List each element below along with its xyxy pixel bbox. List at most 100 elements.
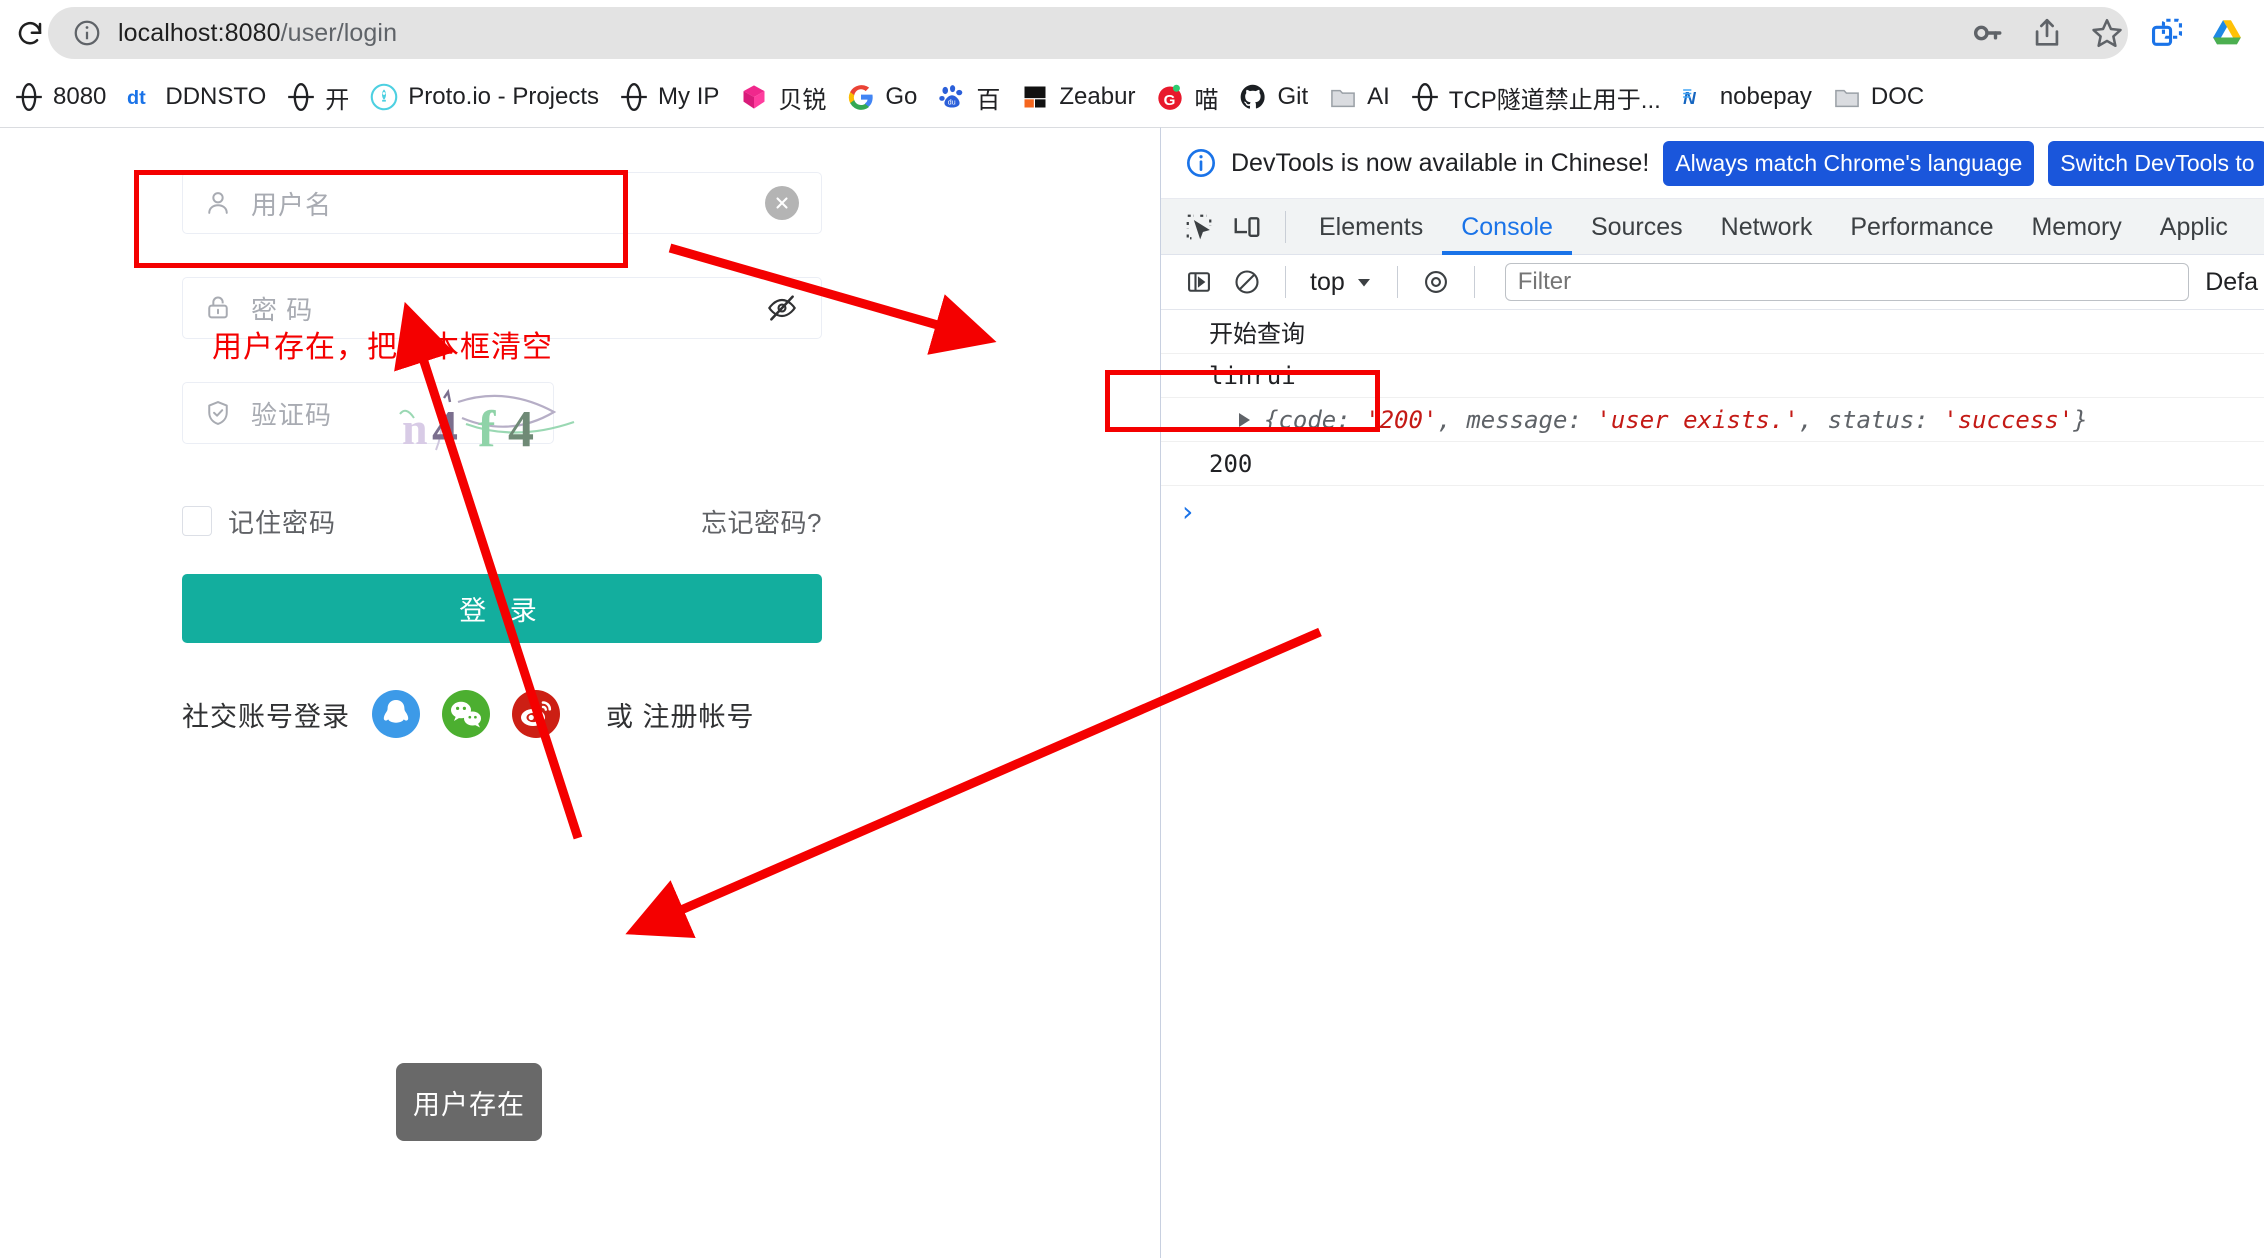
tab-performance[interactable]: Performance: [1831, 199, 2012, 255]
register-account-link[interactable]: 或 注册帐号: [606, 695, 755, 734]
bookmark-baidu[interactable]: du 百: [927, 75, 1010, 119]
zeabur-icon: [1020, 82, 1050, 112]
device-toolbar-icon[interactable]: [1223, 205, 1271, 249]
qq-icon[interactable]: [372, 690, 420, 738]
globe-icon: [286, 82, 316, 112]
obj-close-brace: }: [2073, 405, 2088, 434]
bookmark-label: DOC: [1870, 83, 1925, 110]
address-bar[interactable]: localhost:8080/user/login: [48, 7, 2128, 59]
github-icon: [1238, 82, 1268, 112]
social-icon-group: [372, 690, 560, 738]
forgot-password-link[interactable]: 忘记密码?: [701, 503, 822, 540]
context-label: top: [1310, 267, 1345, 296]
console-divider-1: [1285, 266, 1286, 298]
url-host: localhost:8080: [118, 18, 281, 47]
address-bar-text: localhost:8080/user/login: [118, 19, 397, 48]
chevron-down-icon: [1357, 279, 1370, 287]
live-expression-icon[interactable]: [1412, 260, 1460, 304]
wechat-icon[interactable]: [442, 690, 490, 738]
password-field[interactable]: 密 码: [182, 277, 822, 339]
console-message: 200: [1209, 449, 1253, 478]
tab-console[interactable]: Console: [1442, 199, 1572, 255]
info-circle-icon: [1187, 149, 1215, 177]
bookmark-label: Git: [1277, 83, 1309, 110]
bookmark-go[interactable]: Go: [836, 75, 927, 119]
expand-triangle-icon[interactable]: [1239, 412, 1250, 427]
clear-circle-icon[interactable]: [765, 186, 799, 220]
obj-value-status: 'success': [1943, 405, 2074, 434]
protoio-icon: [369, 82, 399, 112]
username-field[interactable]: 用户名: [182, 172, 822, 234]
captcha-placeholder: 验证码: [251, 399, 333, 430]
password-placeholder: 密 码: [251, 294, 314, 325]
bookmark-tcp-tunnel[interactable]: TCP隧道禁止用于...: [1400, 75, 1671, 119]
console-toolbar: top Defa: [1161, 255, 2264, 310]
devtools-language-banner: DevTools is now available in Chinese! Al…: [1161, 128, 2264, 199]
console-row-linrui[interactable]: linrui: [1161, 354, 2264, 398]
social-login-label: 社交账号登录: [182, 701, 350, 732]
bookmark-star-icon[interactable]: [2090, 16, 2124, 50]
console-row-object[interactable]: {code: '200', message: 'user exists.', s…: [1161, 398, 2264, 442]
obj-open-brace: {: [1264, 405, 1279, 434]
bookmark-label: AI: [1367, 83, 1390, 110]
bookmark-8080[interactable]: 8080: [4, 75, 116, 119]
bookmark-beirui[interactable]: 贝锐: [729, 75, 836, 119]
bookmark-my-ip[interactable]: My IP: [609, 75, 729, 119]
folder-icon: [1328, 82, 1358, 112]
eye-off-icon[interactable]: [765, 291, 799, 325]
always-match-language-button[interactable]: Always match Chrome's language: [1663, 140, 2035, 186]
obj-key-status: status: [1827, 405, 1915, 434]
tab-sources[interactable]: Sources: [1572, 199, 1702, 255]
tab-memory[interactable]: Memory: [2012, 199, 2140, 255]
checkbox-box[interactable]: [182, 506, 212, 536]
svg-text:du: du: [948, 100, 956, 107]
bookmark-label: Zeabur: [1059, 83, 1136, 110]
inspect-element-icon[interactable]: [1175, 205, 1223, 249]
page-info-icon[interactable]: [72, 18, 102, 48]
svg-text:4: 4: [432, 401, 458, 456]
console-filter-input[interactable]: [1504, 263, 2190, 301]
tab-network[interactable]: Network: [1702, 199, 1832, 255]
google-drive-icon[interactable]: [2210, 16, 2244, 50]
console-output: 开始查询 linrui {code: '200', message: 'user…: [1161, 310, 2264, 536]
bookmark-miao[interactable]: G 喵: [1145, 75, 1228, 119]
share-icon[interactable]: [2030, 16, 2064, 50]
remember-password-label: 记住密码: [228, 507, 337, 538]
social-login-row: 社交账号登录 或 注册帐号: [182, 690, 755, 738]
clear-console-icon[interactable]: [1223, 260, 1271, 304]
obj-key-message: message: [1466, 405, 1568, 434]
captcha-glyphs: n 4 f 4: [399, 388, 575, 456]
password-key-icon[interactable]: [1970, 16, 2004, 50]
beirui-icon: [739, 82, 769, 112]
bookmark-nobepay[interactable]: N nobepay: [1671, 75, 1822, 119]
console-row-200[interactable]: 200: [1161, 442, 2264, 486]
devtools-tabbar: Elements Console Sources Network Perform…: [1161, 199, 2264, 255]
remember-password-checkbox[interactable]: 记住密码: [182, 503, 336, 540]
bookmark-doc-folder[interactable]: DOC: [1822, 75, 1934, 119]
bookmark-ddnsto[interactable]: dt DDNSTO: [116, 75, 276, 119]
shield-check-icon: [203, 398, 233, 428]
console-row-start-query[interactable]: 开始查询: [1161, 310, 2264, 354]
toolbar-divider: [1285, 210, 1286, 243]
switch-devtools-button[interactable]: Switch DevTools to: [2048, 140, 2264, 186]
console-input-prompt[interactable]: ›: [1161, 486, 2264, 536]
bookmarks-bar: 8080 dt DDNSTO 开 Proto.io - Projects My …: [0, 67, 2264, 127]
split-tab-icon[interactable]: [2150, 16, 2184, 50]
weibo-icon[interactable]: [512, 690, 560, 738]
svg-text:dt: dt: [127, 87, 146, 109]
bookmark-git[interactable]: Git: [1228, 75, 1318, 119]
tab-application[interactable]: Applic: [2141, 199, 2247, 255]
svg-text:N: N: [1683, 88, 1696, 108]
console-context-selector[interactable]: top: [1300, 268, 1383, 297]
bookmark-zeabur[interactable]: Zeabur: [1010, 75, 1145, 119]
devtools-panel: DevTools is now available in Chinese! Al…: [1160, 127, 2264, 1258]
console-level-selector[interactable]: Defa: [2205, 268, 2264, 297]
captcha-image[interactable]: n 4 f 4: [396, 384, 582, 456]
bookmark-protoio[interactable]: Proto.io - Projects: [359, 75, 609, 119]
lock-icon: [203, 293, 233, 323]
console-sidebar-icon[interactable]: [1175, 260, 1223, 304]
bookmark-ai-folder[interactable]: AI: [1318, 75, 1400, 119]
login-submit-button[interactable]: 登 录: [182, 574, 822, 643]
tab-elements[interactable]: Elements: [1300, 199, 1442, 255]
bookmark-kai[interactable]: 开: [276, 75, 359, 119]
